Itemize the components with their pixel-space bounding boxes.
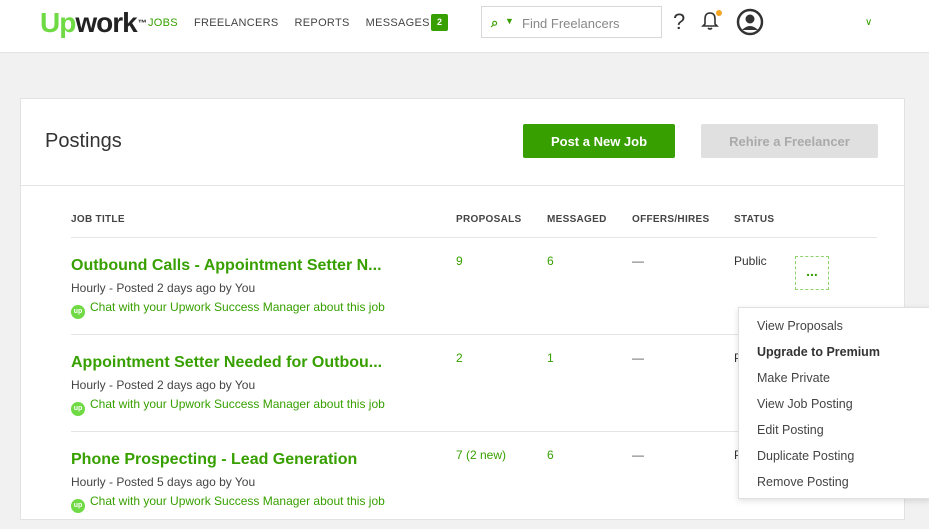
column-header-offers-hires: OFFERS/HIRES [632,214,710,225]
search-box: ⌕ ▼ [481,6,662,38]
chat-success-manager-link[interactable]: up Chat with your Upwork Success Manager … [71,494,385,513]
search-input[interactable] [520,11,660,35]
help-icon[interactable]: ? [673,9,685,35]
nav-jobs[interactable]: JOBS [148,16,178,30]
postings-header: Postings Post a New Job Rehire a Freelan… [21,99,904,186]
upwork-up-icon: up [71,305,85,319]
messages-count-badge[interactable]: 2 [431,14,448,31]
main-nav: JOBS FREELANCERS REPORTS MESSAGES [148,16,446,30]
status-value: Public [734,254,767,268]
menu-item-view-job-posting[interactable]: View Job Posting [757,397,853,411]
offers-hires-value: — [632,448,644,462]
upwork-logo[interactable]: Upwork™ [40,7,147,38]
job-title-link[interactable]: Appointment Setter Needed for Outbou... [71,354,382,372]
job-meta: Hourly - Posted 2 days ago by You [71,378,256,392]
column-header-proposals: PROPOSALS [456,214,522,225]
menu-item-edit-posting[interactable]: Edit Posting [757,423,824,437]
search-icon[interactable]: ⌕ [491,15,498,31]
messaged-count[interactable]: 6 [547,448,554,462]
proposals-count[interactable]: 9 [456,254,463,268]
offers-hires-value: — [632,351,644,365]
menu-item-make-private[interactable]: Make Private [757,371,830,385]
proposals-count[interactable]: 7 (2 new) [456,448,506,462]
offers-hires-value: — [632,254,644,268]
row-actions-menu: View Proposals Upgrade to Premium Make P… [738,307,929,499]
search-type-chevron-icon[interactable]: ▼ [505,16,514,26]
menu-item-upgrade-to-premium[interactable]: Upgrade to Premium [757,345,880,359]
account-chevron-down-icon[interactable]: ∨ [865,17,872,28]
chat-success-manager-link[interactable]: up Chat with your Upwork Success Manager … [71,397,385,416]
row-actions-more-button[interactable]: ... [795,256,829,290]
upwork-up-icon: up [71,402,85,416]
chat-success-manager-link[interactable]: up Chat with your Upwork Success Manager … [71,300,385,319]
menu-item-duplicate-posting[interactable]: Duplicate Posting [757,449,854,463]
page-title: Postings [45,130,122,152]
menu-item-view-proposals[interactable]: View Proposals [757,319,843,333]
column-header-status: STATUS [734,214,775,225]
logo-work-text: work [75,7,137,38]
menu-item-remove-posting[interactable]: Remove Posting [757,475,849,489]
logo-trademark: ™ [137,18,147,28]
job-meta: Hourly - Posted 5 days ago by You [71,475,256,489]
post-new-job-button[interactable]: Post a New Job [523,124,675,158]
job-meta: Hourly - Posted 2 days ago by You [71,281,256,295]
proposals-count[interactable]: 2 [456,351,463,365]
chat-link-label: Chat with your Upwork Success Manager ab… [90,300,385,314]
job-title-link[interactable]: Outbound Calls - Appointment Setter N... [71,257,382,275]
nav-reports[interactable]: REPORTS [295,16,350,30]
logo-up-text: Up [40,7,76,38]
nav-messages[interactable]: MESSAGES [366,16,430,30]
nav-freelancers[interactable]: FREELANCERS [194,16,279,30]
column-header-messaged: MESSAGED [547,214,607,225]
top-navigation-bar: Upwork™ JOBS FREELANCERS REPORTS MESSAGE… [0,0,929,53]
messaged-count[interactable]: 1 [547,351,554,365]
user-avatar-icon[interactable] [736,8,764,36]
job-title-link[interactable]: Phone Prospecting - Lead Generation [71,451,357,469]
chat-link-label: Chat with your Upwork Success Manager ab… [90,397,385,411]
upwork-up-icon: up [71,499,85,513]
rehire-freelancer-button[interactable]: Rehire a Freelancer [701,124,878,158]
chat-link-label: Chat with your Upwork Success Manager ab… [90,494,385,508]
column-header-job-title: JOB TITLE [71,214,125,225]
notification-dot [716,10,722,16]
messaged-count[interactable]: 6 [547,254,554,268]
